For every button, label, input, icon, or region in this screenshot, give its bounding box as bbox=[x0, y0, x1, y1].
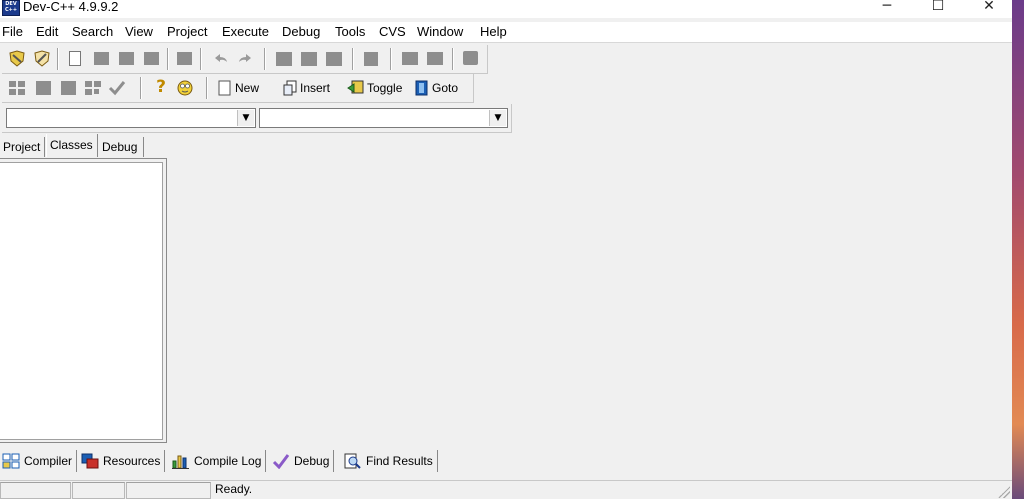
menu-edit[interactable]: Edit bbox=[36, 24, 58, 40]
menu-window[interactable]: Window bbox=[417, 24, 463, 40]
toggle-bookmark-icon bbox=[347, 80, 364, 96]
compile-run-icon[interactable] bbox=[61, 81, 76, 95]
about-icon[interactable] bbox=[176, 79, 194, 96]
menu-project[interactable]: Project bbox=[167, 24, 207, 40]
insert-icon bbox=[283, 80, 297, 96]
goto-bookmark-icon bbox=[415, 80, 429, 96]
tab-classes[interactable]: Classes bbox=[46, 134, 98, 157]
chevron-down-icon[interactable]: ▼ bbox=[237, 110, 254, 126]
syntax-check-icon[interactable] bbox=[108, 79, 126, 96]
tab-resources[interactable]: Resources bbox=[81, 450, 166, 472]
window-title: Dev-C++ 4.9.9.2 bbox=[23, 0, 119, 14]
status-line-count bbox=[126, 482, 211, 499]
debug-check-icon bbox=[272, 453, 290, 470]
status-insert-mode bbox=[72, 482, 125, 499]
minimize-button[interactable]: ─ bbox=[867, 0, 907, 14]
menu-bar: File Edit Search View Project Execute De… bbox=[0, 22, 1012, 43]
new-label: New bbox=[235, 81, 260, 95]
status-message: Ready. bbox=[215, 482, 253, 496]
title-bar[interactable]: DEV C++ Dev-C++ 4.9.9.2 ─ ☐ ✕ bbox=[0, 0, 1012, 18]
redo-icon[interactable] bbox=[236, 50, 254, 67]
insert-label: Insert bbox=[300, 81, 331, 95]
insert-button[interactable]: Insert bbox=[283, 78, 330, 98]
menu-search[interactable]: Search bbox=[72, 24, 113, 40]
tab-project[interactable]: Project bbox=[0, 137, 45, 157]
help-icon[interactable]: ? bbox=[152, 79, 170, 96]
maximize-button[interactable]: ☐ bbox=[918, 0, 958, 14]
toolbar-separator bbox=[352, 48, 353, 70]
toolbar-separator bbox=[206, 77, 207, 99]
undo-icon[interactable] bbox=[212, 50, 230, 67]
toolbar-separator bbox=[140, 77, 141, 99]
insert-snippet-icon[interactable] bbox=[33, 50, 51, 67]
resize-grip-icon[interactable] bbox=[998, 486, 1010, 498]
project-options-icon[interactable] bbox=[463, 51, 478, 65]
compiler-label: Compiler bbox=[24, 454, 73, 468]
compiler-icon bbox=[2, 453, 20, 469]
find-results-icon bbox=[344, 453, 362, 469]
resources-label: Resources bbox=[103, 454, 161, 468]
devcpp-app-icon: DEV C++ bbox=[2, 0, 20, 16]
run-icon[interactable] bbox=[36, 81, 51, 95]
tab-find-results[interactable]: Find Results bbox=[344, 450, 438, 472]
main-toolbar bbox=[2, 45, 488, 74]
menu-tools[interactable]: Tools bbox=[335, 24, 365, 40]
status-line-col bbox=[0, 482, 71, 499]
compile-log-label: Compile Log bbox=[194, 454, 262, 468]
print-icon[interactable] bbox=[177, 52, 192, 65]
desktop-background bbox=[1012, 0, 1024, 499]
goto-line-icon[interactable] bbox=[364, 52, 378, 66]
class-tree-view[interactable] bbox=[0, 162, 163, 440]
chevron-down-icon[interactable]: ▼ bbox=[489, 110, 506, 126]
member-combo[interactable]: ▼ bbox=[259, 108, 508, 128]
menu-cvs[interactable]: CVS bbox=[379, 24, 406, 40]
toolbar-separator bbox=[200, 48, 201, 70]
resources-icon bbox=[81, 453, 99, 469]
devcpp-window: DEV C++ Dev-C++ 4.9.9.2 ─ ☐ ✕ File Edit … bbox=[0, 0, 1012, 499]
toggle-label: Toggle bbox=[367, 81, 403, 95]
add-to-project-icon[interactable] bbox=[402, 52, 418, 65]
find-icon[interactable] bbox=[276, 52, 292, 66]
tab-compile-log[interactable]: Compile Log bbox=[172, 450, 267, 472]
goto-label: Goto bbox=[432, 81, 459, 95]
compile-toolbar: ? New Insert Toggle Goto bbox=[2, 74, 474, 103]
close-button[interactable]: ✕ bbox=[969, 0, 1009, 14]
toolbar-separator bbox=[390, 48, 391, 70]
find-results-label: Find Results bbox=[366, 454, 433, 468]
toolbar-separator bbox=[264, 48, 265, 70]
open-file-icon[interactable] bbox=[94, 52, 109, 65]
debug-output-label: Debug bbox=[294, 454, 330, 468]
replace-icon[interactable] bbox=[326, 52, 342, 66]
toolbar-separator bbox=[167, 48, 168, 70]
new-button[interactable]: New bbox=[218, 78, 259, 98]
save-all-icon[interactable] bbox=[144, 52, 159, 65]
new-file-icon[interactable] bbox=[69, 51, 81, 66]
remove-from-project-icon[interactable] bbox=[427, 52, 443, 65]
class-browser-panel bbox=[0, 158, 167, 443]
new-doc-icon bbox=[218, 80, 232, 96]
menu-execute[interactable]: Execute bbox=[222, 24, 269, 40]
menu-view[interactable]: View bbox=[125, 24, 153, 40]
menu-file[interactable]: File bbox=[2, 24, 23, 40]
tab-debug-output[interactable]: Debug bbox=[272, 450, 335, 472]
tab-debug[interactable]: Debug bbox=[99, 137, 144, 157]
menu-help[interactable]: Help bbox=[480, 24, 507, 40]
toolbar-separator bbox=[57, 48, 58, 70]
menu-debug[interactable]: Debug bbox=[282, 24, 320, 40]
status-bar: Ready. bbox=[0, 480, 1012, 499]
tab-compiler[interactable]: Compiler bbox=[2, 450, 78, 472]
compile-log-icon bbox=[172, 453, 190, 469]
goto-button[interactable]: Goto bbox=[415, 78, 458, 98]
find-next-icon[interactable] bbox=[301, 52, 317, 66]
save-file-icon[interactable] bbox=[119, 52, 134, 65]
rebuild-all-icon[interactable] bbox=[84, 79, 102, 96]
class-browser-icon[interactable] bbox=[8, 50, 26, 67]
class-combo[interactable]: ▼ bbox=[6, 108, 256, 128]
toolbar-separator bbox=[452, 48, 453, 70]
compile-icon[interactable] bbox=[8, 79, 26, 96]
toggle-button[interactable]: Toggle bbox=[347, 78, 402, 98]
